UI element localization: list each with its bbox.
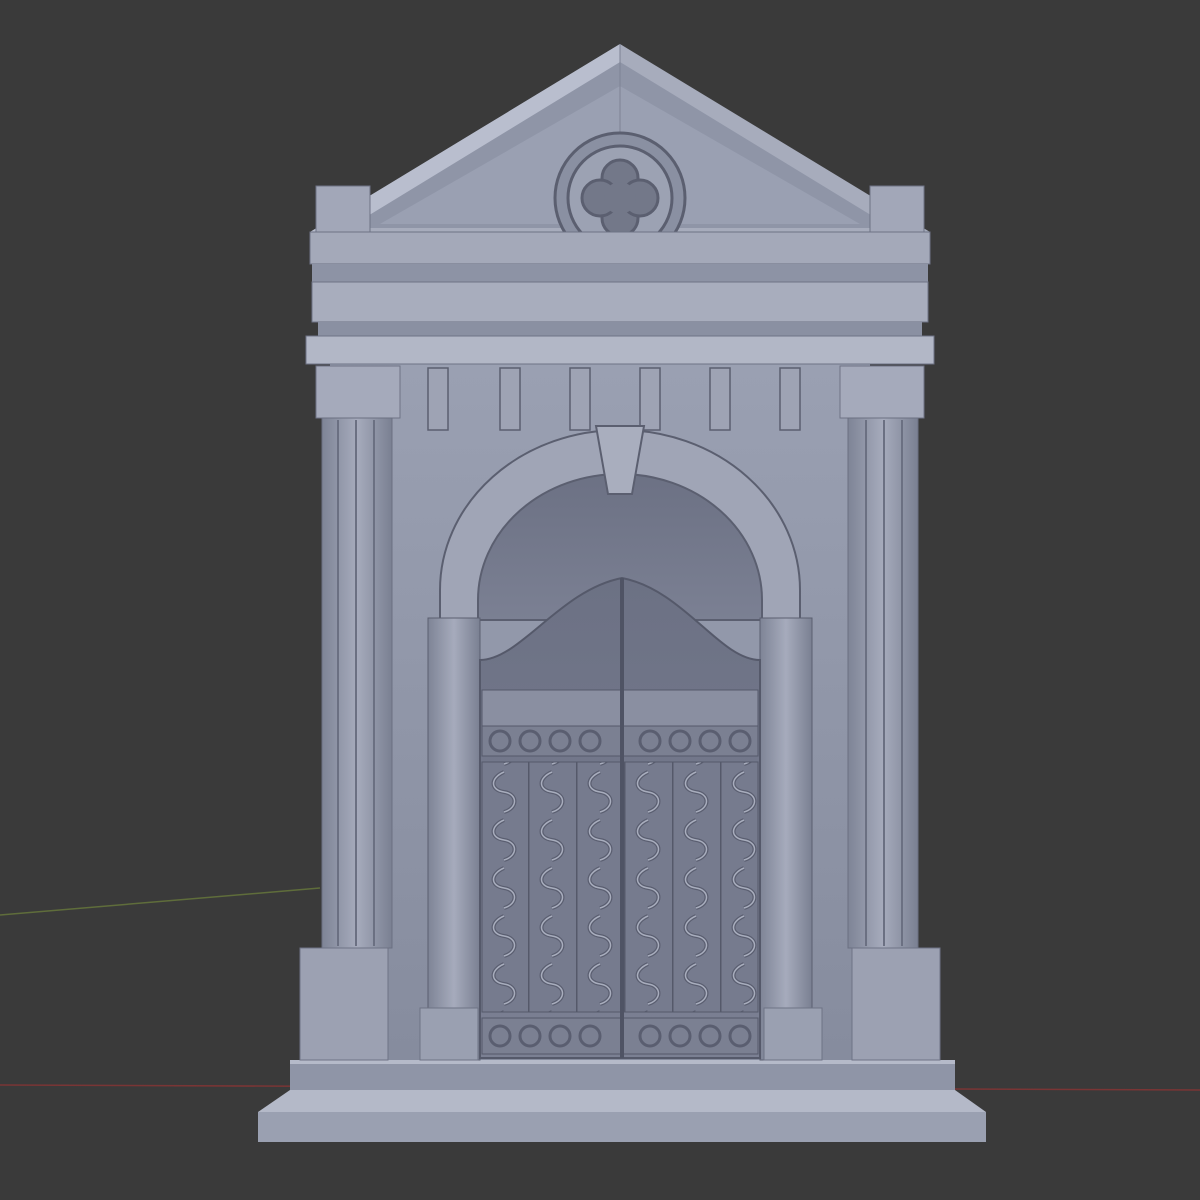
pediment-corner-right [869,185,925,237]
entablature [305,231,935,365]
door-column-left [427,617,481,1061]
door-plinth-right [763,1007,823,1061]
door-column-right [759,617,813,1061]
door-plinth-left [419,1007,479,1061]
pilaster-right [839,365,941,1061]
3d-viewport[interactable] [0,0,1200,1200]
pediment-corner-left [315,185,371,237]
pilaster-left [299,365,401,1061]
iron-gate [479,576,761,1059]
base-plinth [258,1060,986,1142]
floor-green-axis-line [0,887,321,916]
render-canvas [0,44,1200,1142]
